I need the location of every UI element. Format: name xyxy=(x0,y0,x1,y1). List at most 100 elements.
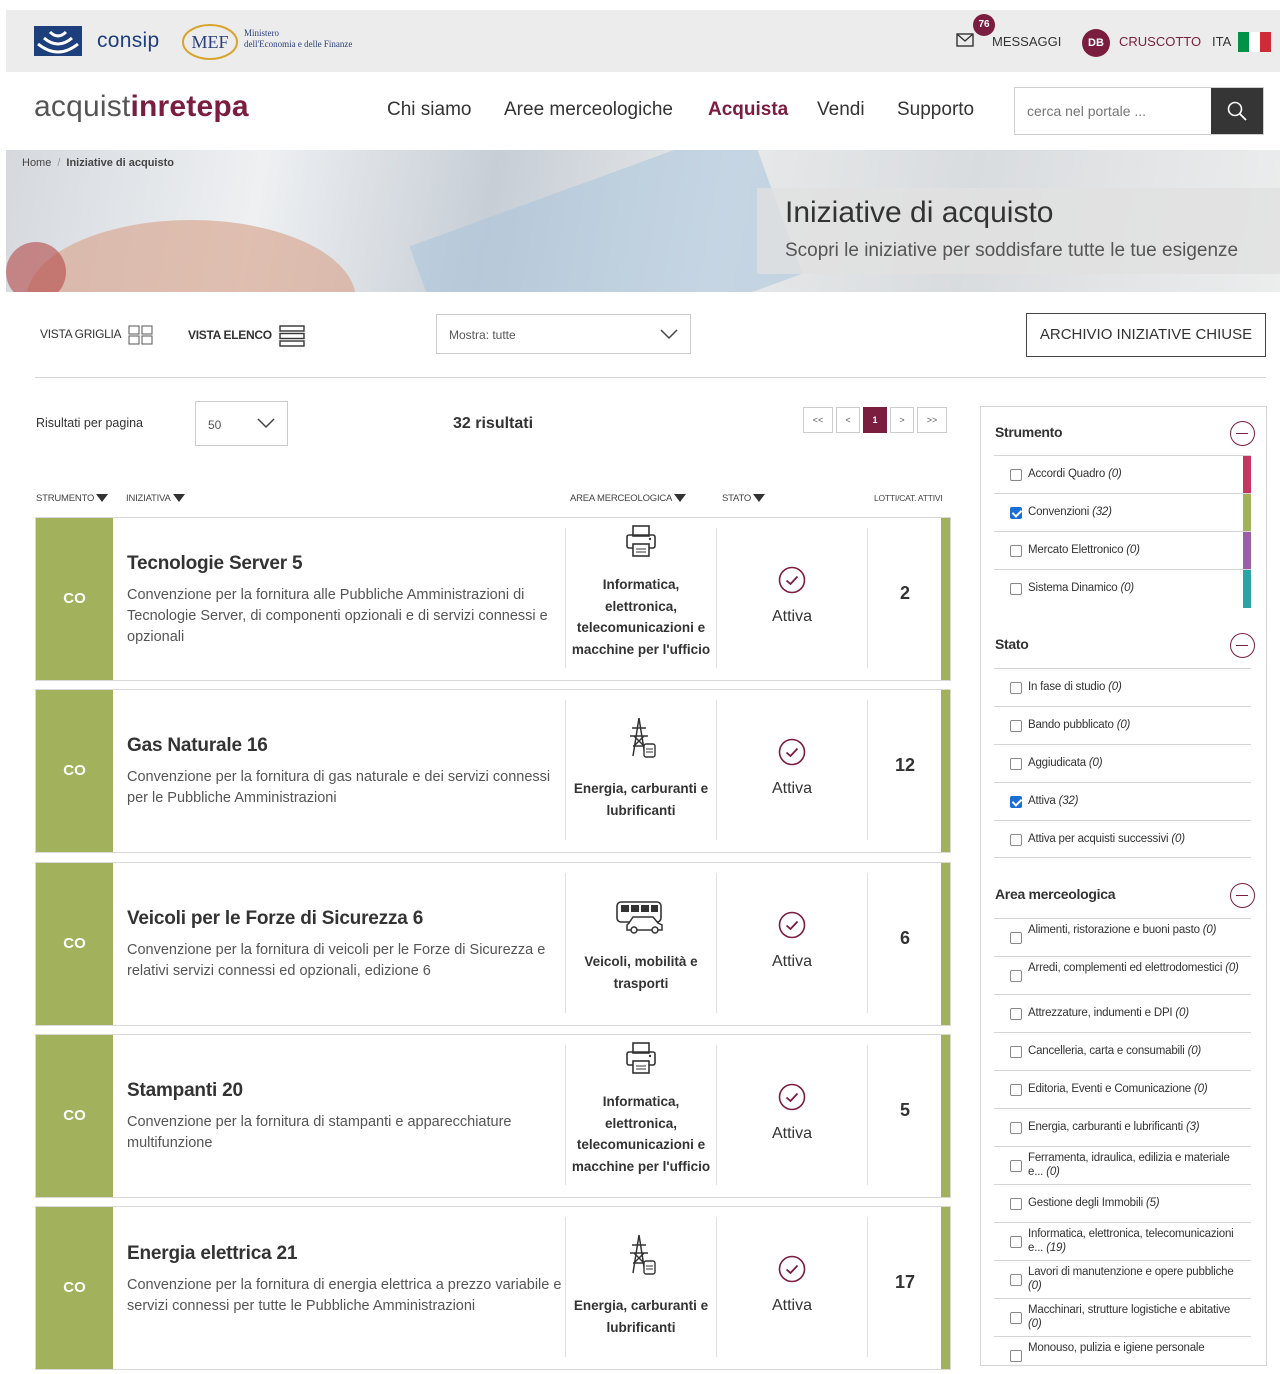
filter-option-accordi-quadro[interactable]: Accordi Quadro (0) xyxy=(994,455,1251,494)
search-input[interactable] xyxy=(1015,88,1211,134)
grid-view-toggle[interactable]: VISTA GRIGLIA xyxy=(40,325,154,345)
checkbox-checked[interactable] xyxy=(1010,796,1022,808)
collapse-minus-icon[interactable] xyxy=(1230,421,1255,446)
nav-chi-siamo[interactable]: Chi siamo xyxy=(387,99,471,121)
initiative-name[interactable]: Gas Naturale 16 xyxy=(127,735,268,757)
main-nav: acquistinretepa Chi siamo Aree merceolog… xyxy=(6,72,1280,150)
lots-count: 2 xyxy=(899,583,910,603)
column-header-status[interactable]: STATO xyxy=(722,493,766,504)
filter-option-area[interactable]: Informatica, elettronica, telecomunicazi… xyxy=(994,1222,1251,1260)
collapse-minus-icon[interactable] xyxy=(1230,633,1255,658)
checkbox[interactable] xyxy=(1010,1198,1022,1210)
filter-option-area[interactable]: Cancelleria, carta e consumabili (0) xyxy=(994,1032,1251,1070)
filter-option-area[interactable]: Energia, carburanti e lubrificanti (3) xyxy=(994,1108,1251,1146)
consip-brand[interactable]: consip xyxy=(97,29,160,53)
filter-option-attiva-acquisti-successivi[interactable]: Attiva per acquisti successivi (0) xyxy=(994,820,1251,858)
nav-vendi[interactable]: Vendi xyxy=(817,99,865,121)
checkbox[interactable] xyxy=(1010,834,1022,846)
pager-last[interactable]: >> xyxy=(917,407,947,433)
checkbox-checked[interactable] xyxy=(1010,507,1022,519)
pager-prev[interactable]: < xyxy=(836,407,860,433)
checkbox[interactable] xyxy=(1010,682,1022,694)
search-box xyxy=(1014,87,1264,135)
archive-closed-initiatives-button[interactable]: ARCHIVIO INIZIATIVE CHIUSE xyxy=(1026,313,1266,357)
dashboard-link[interactable]: CRUSCOTTO xyxy=(1119,34,1201,49)
checkbox[interactable] xyxy=(1010,932,1022,944)
collapse-minus-icon[interactable] xyxy=(1230,883,1255,908)
filter-option-area[interactable]: Attrezzature, indumenti e DPI (0) xyxy=(994,994,1251,1032)
checkbox[interactable] xyxy=(1010,758,1022,770)
checkbox[interactable] xyxy=(1010,1350,1022,1362)
envelope-icon[interactable] xyxy=(956,33,974,47)
user-avatar[interactable]: DB xyxy=(1082,29,1110,57)
search-button[interactable] xyxy=(1211,88,1263,134)
column-header-initiative[interactable]: INIZIATIVA xyxy=(126,493,185,504)
status-label: Attiva xyxy=(771,1297,812,1314)
filter-option-area[interactable]: Arredi, complementi ed elettrodomestici … xyxy=(994,956,1251,994)
area-cell: Veicoli, mobilità e trasporti xyxy=(566,863,716,1025)
pager-first[interactable]: << xyxy=(803,407,833,433)
list-view-toggle[interactable]: VISTA ELENCO xyxy=(188,325,305,347)
instrument-color-bar xyxy=(1243,456,1251,494)
nav-acquista[interactable]: Acquista xyxy=(708,99,788,121)
checkbox[interactable] xyxy=(1010,1008,1022,1020)
initiative-row[interactable]: CO Gas Naturale 16 Convenzione per la fo… xyxy=(35,689,951,853)
filter-option-area[interactable]: Macchinari, strutture logistiche e abita… xyxy=(994,1298,1251,1336)
checkbox[interactable] xyxy=(1010,1312,1022,1324)
hero-image-paper xyxy=(409,150,803,292)
initiative-name[interactable]: Energia elettrica 21 xyxy=(127,1243,297,1265)
checkbox[interactable] xyxy=(1010,545,1022,557)
nav-aree-merceologiche[interactable]: Aree merceologiche xyxy=(504,99,673,121)
initiative-row[interactable]: CO Veicoli per le Forze di Sicurezza 6 C… xyxy=(35,862,951,1026)
column-header-area[interactable]: AREA MERCEOLOGICA xyxy=(570,493,687,504)
checkbox[interactable] xyxy=(1010,1160,1022,1172)
filter-option-mercato-elettronico[interactable]: Mercato Elettronico (0) xyxy=(994,531,1251,570)
filter-option-bando-pubblicato[interactable]: Bando pubblicato (0) xyxy=(994,706,1251,744)
filter-option-attiva[interactable]: Attiva (32) xyxy=(994,782,1251,820)
checkbox[interactable] xyxy=(1010,1046,1022,1058)
filter-option-area[interactable]: Monouso, pulizia e igiene personale xyxy=(994,1336,1251,1374)
messages-link[interactable]: MESSAGGI xyxy=(992,34,1061,49)
initiative-name[interactable]: Veicoli per le Forze di Sicurezza 6 xyxy=(127,908,423,930)
checkbox[interactable] xyxy=(1010,970,1022,982)
initiative-name[interactable]: Tecnologie Server 5 xyxy=(127,553,303,575)
pager-next[interactable]: > xyxy=(890,407,914,433)
filter-option-convenzioni[interactable]: Convenzioni (32) xyxy=(994,493,1251,532)
filter-option-area[interactable]: Editoria, Eventi e Comunicazione (0) xyxy=(994,1070,1251,1108)
language-selector[interactable]: ITA xyxy=(1212,34,1231,49)
initiative-name[interactable]: Stampanti 20 xyxy=(127,1080,243,1102)
breadcrumb-home[interactable]: Home xyxy=(22,157,51,169)
checkbox[interactable] xyxy=(1010,1236,1022,1248)
filter-option-area[interactable]: Ferramenta, idraulica, edilizia e materi… xyxy=(994,1146,1251,1184)
mef-logo-icon[interactable]: MEF xyxy=(180,22,240,62)
filter-option-sistema-dinamico[interactable]: Sistema Dinamico (0) xyxy=(994,569,1251,608)
breadcrumb-current: Iniziative di acquisto xyxy=(66,157,174,169)
checkbox[interactable] xyxy=(1010,1084,1022,1096)
site-brand-logo[interactable]: acquistinretepa xyxy=(34,90,249,124)
checkbox[interactable] xyxy=(1010,469,1022,481)
initiative-row[interactable]: CO Stampanti 20 Convenzione per la forni… xyxy=(35,1034,951,1198)
results-per-page-select[interactable]: 50 xyxy=(195,401,288,446)
checkbox[interactable] xyxy=(1010,1122,1022,1134)
checkbox[interactable] xyxy=(1010,720,1022,732)
filter-option-area[interactable]: Alimenti, ristorazione e buoni pasto (0) xyxy=(994,918,1251,956)
filter-option-area[interactable]: Gestione degli Immobili (5) xyxy=(994,1184,1251,1222)
column-header-instrument[interactable]: STRUMENTO xyxy=(36,493,109,504)
initiative-row[interactable]: CO Energia elettrica 21 Convenzione per … xyxy=(35,1206,951,1370)
filter-option-aggiudicata[interactable]: Aggiudicata (0) xyxy=(994,744,1251,782)
checkbox[interactable] xyxy=(1010,1274,1022,1286)
filter-option-in-fase-di-studio[interactable]: In fase di studio (0) xyxy=(994,668,1251,706)
pager-current-page[interactable]: 1 xyxy=(863,407,887,433)
italian-flag-icon[interactable] xyxy=(1238,32,1271,52)
filter-option-area[interactable]: Lavori di manutenzione e opere pubbliche… xyxy=(994,1260,1251,1298)
lots-count: 5 xyxy=(899,1100,910,1120)
show-filter-select[interactable]: Mostra: tutte xyxy=(436,314,691,354)
filter-section-area-title: Area merceologica xyxy=(995,886,1116,902)
instrument-color-bar xyxy=(941,518,950,680)
initiative-row[interactable]: CO Tecnologie Server 5 Convenzione per l… xyxy=(35,517,951,681)
consip-logo-icon[interactable] xyxy=(34,26,82,56)
checkbox[interactable] xyxy=(1010,583,1022,595)
instrument-color-bar xyxy=(1243,570,1251,608)
nav-supporto[interactable]: Supporto xyxy=(897,99,974,121)
filter-option-label: Aggiudicata xyxy=(1028,757,1086,769)
